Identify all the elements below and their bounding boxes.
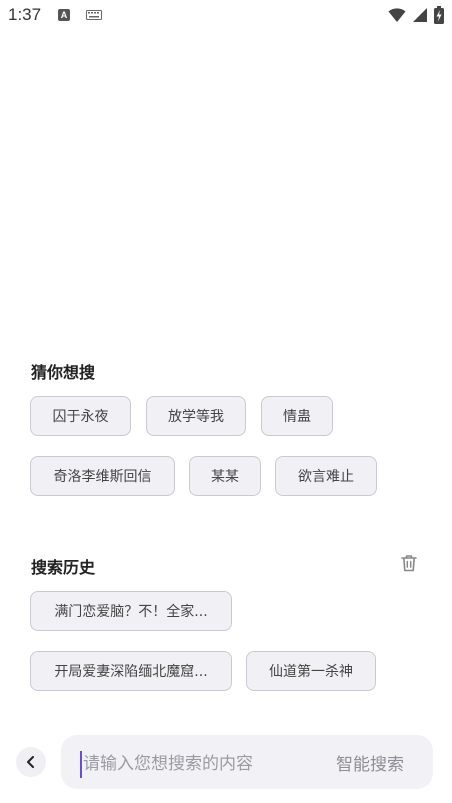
suggestion-chip[interactable]: 欲言难止 (275, 456, 377, 496)
history-chip[interactable]: 仙道第一杀神 (246, 651, 376, 691)
history-title: 搜索历史 (31, 558, 96, 577)
battery-icon (434, 6, 444, 24)
suggestion-chip[interactable]: 情蛊 (261, 396, 333, 436)
notification-a-icon: A (58, 9, 70, 21)
keyboard-icon (86, 10, 102, 20)
status-icons (388, 6, 444, 24)
search-box: 智能搜索 (61, 735, 433, 789)
status-bar: 1:37 A (0, 0, 452, 30)
suggestions-title: 猜你想搜 (31, 363, 96, 382)
trash-icon[interactable] (399, 553, 419, 573)
smart-search-button[interactable]: 智能搜索 (336, 750, 404, 775)
search-screen: 1:37 A 猜你想搜 囚于永夜 放学等我 情蛊 奇洛李维斯回信 某某 欲言难止 (0, 0, 452, 803)
history-chip[interactable]: 开局爱妻深陷缅北魔窟... (30, 651, 232, 691)
suggestion-chip[interactable]: 某某 (189, 456, 261, 496)
back-button[interactable] (16, 747, 46, 777)
suggestion-chip[interactable]: 囚于永夜 (30, 396, 131, 436)
status-time: 1:37 (8, 5, 42, 24)
back-arrow-icon (27, 756, 34, 768)
history-chip[interactable]: 满门恋爱脑？不！全家... (30, 591, 232, 631)
suggestion-chip[interactable]: 放学等我 (146, 396, 246, 436)
search-input[interactable] (81, 747, 315, 781)
suggestion-chip[interactable]: 奇洛李维斯回信 (30, 456, 175, 496)
wifi-icon (388, 8, 406, 22)
signal-icon (413, 8, 427, 22)
